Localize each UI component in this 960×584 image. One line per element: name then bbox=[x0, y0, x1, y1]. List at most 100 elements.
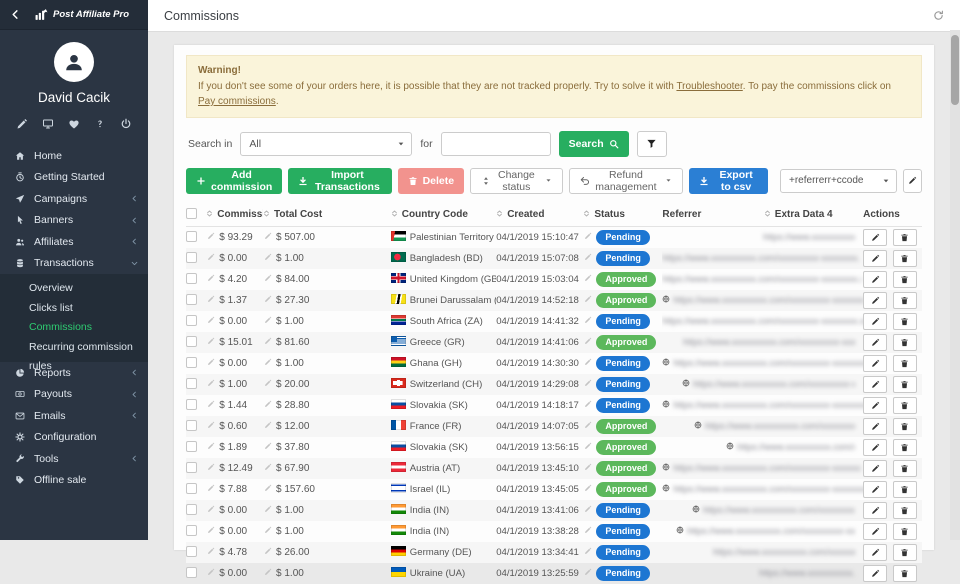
sidebar-item-configuration[interactable]: Configuration bbox=[0, 427, 148, 449]
edit-status-icon[interactable] bbox=[584, 442, 592, 450]
sidebar-item-transactions[interactable]: Transactions bbox=[0, 253, 148, 275]
sidebar-subitem-recurring-commission-rules[interactable]: Recurring commission rules bbox=[0, 338, 148, 358]
column-header-created[interactable]: Created bbox=[496, 203, 583, 227]
row-checkbox[interactable] bbox=[186, 525, 197, 536]
row-checkbox[interactable] bbox=[186, 252, 197, 263]
column-header-commission[interactable]: Commission bbox=[206, 203, 263, 227]
edit-commission-icon[interactable] bbox=[207, 547, 215, 555]
column-header-status[interactable]: Status bbox=[583, 203, 662, 227]
delete-row-button[interactable] bbox=[893, 292, 917, 309]
edit-status-icon[interactable] bbox=[584, 421, 592, 429]
edit-status-icon[interactable] bbox=[584, 505, 592, 513]
question-icon[interactable] bbox=[94, 118, 106, 130]
power-icon[interactable] bbox=[120, 118, 132, 130]
delete-row-button[interactable] bbox=[893, 544, 917, 561]
edit-total-cost-icon[interactable] bbox=[264, 232, 272, 240]
edit-commission-icon[interactable] bbox=[207, 568, 215, 576]
row-checkbox[interactable] bbox=[186, 546, 197, 557]
pencil-icon[interactable] bbox=[16, 118, 28, 130]
search-input[interactable] bbox=[441, 132, 551, 156]
pay-commissions-link[interactable]: Pay commissions bbox=[198, 96, 276, 107]
delete-row-button[interactable] bbox=[893, 313, 917, 330]
edit-commission-icon[interactable] bbox=[207, 337, 215, 345]
edit-row-button[interactable] bbox=[863, 334, 887, 351]
edit-total-cost-icon[interactable] bbox=[264, 463, 272, 471]
edit-total-cost-icon[interactable] bbox=[264, 358, 272, 366]
edit-status-icon[interactable] bbox=[584, 400, 592, 408]
edit-status-icon[interactable] bbox=[584, 526, 592, 534]
row-checkbox[interactable] bbox=[186, 273, 197, 284]
edit-row-button[interactable] bbox=[863, 250, 887, 267]
edit-commission-icon[interactable] bbox=[207, 484, 215, 492]
sidebar-subitem-commissions[interactable]: Commissions bbox=[0, 318, 148, 338]
edit-commission-icon[interactable] bbox=[207, 505, 215, 513]
sidebar-item-affiliates[interactable]: Affiliates bbox=[0, 231, 148, 253]
edit-commission-icon[interactable] bbox=[207, 526, 215, 534]
edit-status-icon[interactable] bbox=[584, 316, 592, 324]
edit-total-cost-icon[interactable] bbox=[264, 526, 272, 534]
edit-total-cost-icon[interactable] bbox=[264, 505, 272, 513]
edit-total-cost-icon[interactable] bbox=[264, 337, 272, 345]
row-checkbox[interactable] bbox=[186, 294, 197, 305]
edit-commission-icon[interactable] bbox=[207, 274, 215, 282]
edit-row-button[interactable] bbox=[863, 523, 887, 540]
column-header-total-cost[interactable]: Total Cost bbox=[263, 203, 391, 227]
delete-row-button[interactable] bbox=[893, 460, 917, 477]
sidebar-item-tools[interactable]: Tools bbox=[0, 448, 148, 470]
search-in-select[interactable]: All bbox=[240, 132, 412, 156]
row-checkbox[interactable] bbox=[186, 315, 197, 326]
delete-row-button[interactable] bbox=[893, 334, 917, 351]
row-checkbox[interactable] bbox=[186, 399, 197, 410]
edit-row-button[interactable] bbox=[863, 292, 887, 309]
edit-total-cost-icon[interactable] bbox=[264, 295, 272, 303]
edit-row-button[interactable] bbox=[863, 229, 887, 246]
edit-total-cost-icon[interactable] bbox=[264, 568, 272, 576]
edit-commission-icon[interactable] bbox=[207, 421, 215, 429]
edit-row-button[interactable] bbox=[863, 313, 887, 330]
row-checkbox[interactable] bbox=[186, 378, 197, 389]
edit-total-cost-icon[interactable] bbox=[264, 253, 272, 261]
delete-row-button[interactable] bbox=[893, 376, 917, 393]
edit-status-icon[interactable] bbox=[584, 463, 592, 471]
change-status-button[interactable]: Change status bbox=[470, 168, 563, 194]
edit-commission-icon[interactable] bbox=[207, 358, 215, 366]
scrollbar-thumb[interactable] bbox=[951, 35, 959, 105]
sidebar-item-home[interactable]: Home bbox=[0, 145, 148, 167]
edit-row-button[interactable] bbox=[863, 502, 887, 519]
edit-columns-button[interactable] bbox=[903, 169, 922, 193]
edit-status-icon[interactable] bbox=[584, 358, 592, 366]
row-checkbox[interactable] bbox=[186, 504, 197, 515]
row-checkbox[interactable] bbox=[186, 441, 197, 452]
refresh-icon[interactable] bbox=[933, 10, 944, 21]
add-commission-button[interactable]: Add commission bbox=[186, 168, 282, 194]
sidebar-item-campaigns[interactable]: Campaigns bbox=[0, 188, 148, 210]
delete-row-button[interactable] bbox=[893, 418, 917, 435]
export-csv-button[interactable]: Export to csv bbox=[689, 168, 768, 194]
edit-total-cost-icon[interactable] bbox=[264, 400, 272, 408]
column-header-country-code[interactable]: Country Code bbox=[391, 203, 496, 227]
edit-commission-icon[interactable] bbox=[207, 232, 215, 240]
edit-status-icon[interactable] bbox=[584, 568, 592, 576]
scrollbar[interactable] bbox=[950, 30, 960, 540]
edit-status-icon[interactable] bbox=[584, 253, 592, 261]
sidebar-item-banners[interactable]: Banners bbox=[0, 210, 148, 232]
sidebar-subitem-overview[interactable]: Overview bbox=[0, 279, 148, 299]
edit-row-button[interactable] bbox=[863, 397, 887, 414]
edit-total-cost-icon[interactable] bbox=[264, 316, 272, 324]
delete-row-button[interactable] bbox=[893, 502, 917, 519]
delete-row-button[interactable] bbox=[893, 565, 917, 582]
delete-row-button[interactable] bbox=[893, 523, 917, 540]
edit-total-cost-icon[interactable] bbox=[264, 484, 272, 492]
select-all-checkbox[interactable] bbox=[186, 208, 197, 219]
row-checkbox[interactable] bbox=[186, 336, 197, 347]
edit-total-cost-icon[interactable] bbox=[264, 379, 272, 387]
avatar[interactable] bbox=[54, 42, 94, 82]
edit-row-button[interactable] bbox=[863, 271, 887, 288]
filter-button[interactable] bbox=[637, 131, 667, 157]
edit-row-button[interactable] bbox=[863, 418, 887, 435]
edit-row-button[interactable] bbox=[863, 565, 887, 582]
edit-row-button[interactable] bbox=[863, 544, 887, 561]
edit-row-button[interactable] bbox=[863, 376, 887, 393]
sidebar-item-emails[interactable]: Emails bbox=[0, 405, 148, 427]
search-button[interactable]: Search bbox=[559, 131, 629, 157]
